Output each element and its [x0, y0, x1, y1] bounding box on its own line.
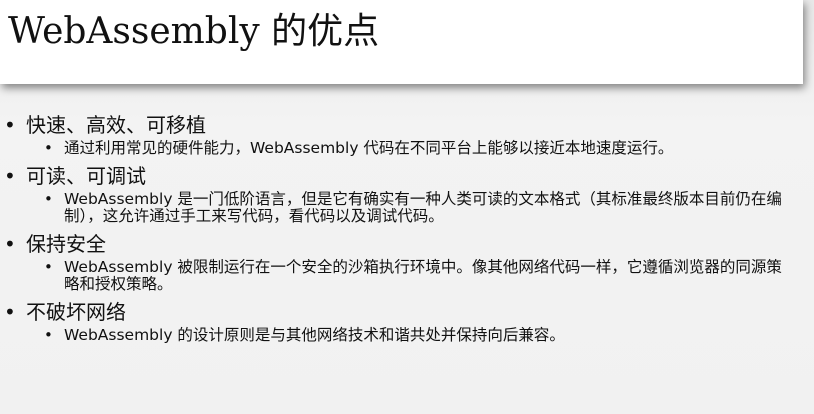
- bullet-icon: •: [4, 164, 16, 188]
- title-band: WebAssembly 的优点: [0, 0, 803, 84]
- bullet-icon: •: [44, 258, 53, 276]
- sub-bullet-text: WebAssembly 的设计原则是与其他网络技术和谐共处并保持向后兼容。: [64, 326, 565, 344]
- slide: WebAssembly 的优点 • 快速、高效、可移植 • 通过利用常见的硬件能…: [0, 0, 814, 414]
- sub-bullet-item: • WebAssembly 是一门低阶语言，但是它有确实有一种人类可读的文本格式…: [0, 191, 814, 225]
- bullet-heading: 可读、可调试: [26, 164, 146, 188]
- sub-bullet-item: • WebAssembly 被限制运行在一个安全的沙箱执行环境中。像其他网络代码…: [0, 259, 814, 293]
- sub-bullet-text: WebAssembly 是一门低阶语言，但是它有确实有一种人类可读的文本格式（其…: [64, 190, 782, 225]
- bullet-icon: •: [4, 232, 16, 256]
- bullet-icon: •: [44, 139, 53, 157]
- bullet-icon: •: [44, 326, 53, 344]
- bullet-icon: •: [4, 113, 16, 137]
- slide-title: WebAssembly 的优点: [8, 11, 380, 52]
- sub-bullet-text: 通过利用常见的硬件能力，WebAssembly 代码在不同平台上能够以接近本地速…: [64, 139, 674, 157]
- bullet-heading: 保持安全: [26, 232, 106, 256]
- sub-bullet-item: • WebAssembly 的设计原则是与其他网络技术和谐共处并保持向后兼容。: [0, 327, 814, 344]
- bullet-item-fast: • 快速、高效、可移植: [0, 112, 814, 138]
- bullet-icon: •: [4, 300, 16, 324]
- bullet-icon: •: [44, 190, 53, 208]
- bullet-heading: 快速、高效、可移植: [26, 113, 206, 137]
- bullet-heading: 不破坏网络: [26, 300, 126, 324]
- sub-bullet-text: WebAssembly 被限制运行在一个安全的沙箱执行环境中。像其他网络代码一样…: [64, 258, 782, 293]
- bullet-item-web-compatible: • 不破坏网络: [0, 299, 814, 325]
- bullet-item-secure: • 保持安全: [0, 231, 814, 257]
- bullet-list: • 快速、高效、可移植 • 通过利用常见的硬件能力，WebAssembly 代码…: [0, 112, 814, 350]
- sub-bullet-item: • 通过利用常见的硬件能力，WebAssembly 代码在不同平台上能够以接近本…: [0, 140, 814, 157]
- bullet-item-readable: • 可读、可调试: [0, 163, 814, 189]
